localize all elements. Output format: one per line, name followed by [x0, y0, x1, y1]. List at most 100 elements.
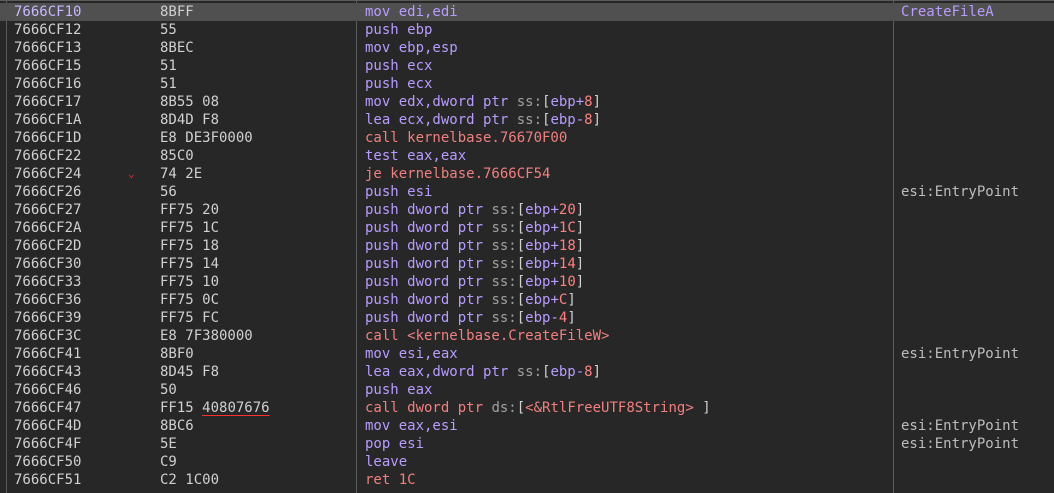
- instruction-text: call dword ptr ds:[<&RtlFreeUTF8String> …: [365, 399, 711, 417]
- instruction-part: push ebp: [365, 22, 433, 38]
- instruction-part: ]: [567, 292, 576, 308]
- instruction-text: mov eax,esi: [365, 417, 458, 435]
- instruction-row[interactable]: 7666CF10 8BFF mov edi,edi CreateFileA: [0, 0, 1054, 21]
- instruction-text: test eax,eax: [365, 147, 466, 165]
- address: 7666CF1A: [14, 112, 82, 128]
- instruction-row[interactable]: 7666CF43 8D45 F8 lea eax,dword ptr ss:[ebp…: [0, 363, 1054, 381]
- instruction-row[interactable]: 7666CF47 FF15 40807676 call dword ptr ds:[…: [0, 399, 1054, 417]
- instruction-row[interactable]: 7666CF27 FF75 20 push dword ptr ss:[ebp+20…: [0, 201, 1054, 219]
- address: 7666CF16: [14, 76, 82, 92]
- instruction-row[interactable]: 7666CF51 C2 1C00 ret 1C: [0, 471, 1054, 489]
- instruction-part: call kernelbase.76670F00: [365, 130, 568, 146]
- chevron-down-icon[interactable]: ⌄: [128, 165, 135, 183]
- instruction-part: push dword ptr: [365, 310, 492, 326]
- address: 7666CF50: [14, 454, 82, 470]
- instruction-row[interactable]: 7666CF4D 8BC6 mov eax,esi esi:EntryPoint: [0, 417, 1054, 435]
- instruction-text: call <kernelbase.CreateFileW>: [365, 327, 609, 345]
- opcode-bytes-text: 50: [160, 382, 177, 398]
- instruction-text: push dword ptr ss:[ebp+1C]: [365, 219, 584, 237]
- instruction-part: push dword ptr: [365, 220, 492, 236]
- instruction-part: push dword ptr: [365, 292, 492, 308]
- instruction-part: lea ecx,dword ptr: [365, 112, 517, 128]
- instruction-row[interactable]: 7666CF4F 5E pop esi esi:EntryPoint: [0, 435, 1054, 453]
- instruction-row[interactable]: 7666CF1A 8D4D F8 lea ecx,dword ptr ss:[ebp…: [0, 111, 1054, 129]
- instruction-row[interactable]: 7666CF41 8BF0 mov esi,eax esi:EntryPoint: [0, 345, 1054, 363]
- instruction-row[interactable]: 7666CF24 ⌄ 74 2E je kernelbase.7666CF54: [0, 165, 1054, 183]
- comment-text: esi:EntryPoint: [901, 346, 1020, 362]
- opcode-bytes-text: 8BC6: [160, 418, 194, 434]
- opcode-bytes: 51: [160, 75, 177, 93]
- address: 7666CF4D: [14, 418, 82, 434]
- instruction-row[interactable]: 7666CF22 85C0 test eax,eax: [0, 147, 1054, 165]
- instruction-part: ebp+: [525, 256, 559, 272]
- comment-text: esi:EntryPoint: [901, 418, 1020, 434]
- instruction-row[interactable]: 7666CF3C E8 7F380000 call <kernelbase.Crea…: [0, 327, 1054, 345]
- instruction-part: ]: [575, 202, 585, 218]
- instruction-row[interactable]: 7666CF2D FF75 18 push dword ptr ss:[ebp+18…: [0, 237, 1054, 255]
- instruction-text: ret 1C: [365, 471, 416, 489]
- instruction-part: [: [516, 310, 526, 326]
- opcode-bytes: 8BFF: [160, 3, 194, 21]
- instruction-row[interactable]: 7666CF39 FF75 FC push dword ptr ss:[ebp-4]: [0, 309, 1054, 327]
- opcode-bytes-text: 55: [160, 22, 177, 38]
- instruction-row[interactable]: 7666CF2A FF75 1C push dword ptr ss:[ebp+1C…: [0, 219, 1054, 237]
- instruction-part: 8: [584, 112, 593, 128]
- comment-text: esi:EntryPoint: [901, 184, 1020, 200]
- instruction-part: [: [516, 238, 526, 254]
- instruction-part: pop esi: [365, 436, 425, 452]
- opcode-bytes-text: 8D45 F8: [160, 364, 220, 380]
- opcode-bytes-text: FF75 1C: [160, 220, 220, 236]
- instruction-text: mov ebp,esp: [365, 39, 458, 57]
- instruction-row[interactable]: 7666CF46 50 push eax: [0, 381, 1054, 399]
- address: 7666CF10: [14, 4, 82, 20]
- opcode-bytes-text: FF15: [160, 400, 194, 416]
- instruction-row[interactable]: 7666CF13 8BEC mov ebp,esp: [0, 39, 1054, 57]
- instruction-text: push dword ptr ss:[ebp+C]: [365, 291, 576, 309]
- instruction-part: ss:: [491, 292, 517, 308]
- disassembly-view[interactable]: 7666CF10 8BFF mov edi,edi CreateFileA 7666CF…: [0, 0, 1054, 493]
- opcode-bytes-text: FF75 0C: [160, 292, 220, 308]
- opcode-bytes-text: FF75 14: [160, 256, 220, 272]
- instruction-row[interactable]: 7666CF33 FF75 10 push dword ptr ss:[ebp+10…: [0, 273, 1054, 291]
- instruction-part: [: [516, 202, 526, 218]
- instruction-text: mov esi,eax: [365, 345, 458, 363]
- opcode-bytes: FF75 0C: [160, 291, 219, 309]
- instruction-part: [: [516, 400, 526, 416]
- instruction-row[interactable]: 7666CF50 C9 leave: [0, 453, 1054, 471]
- opcode-bytes-text: 8BFF: [160, 4, 194, 20]
- instruction-row[interactable]: 7666CF36 FF75 0C push dword ptr ss:[ebp+C]: [0, 291, 1054, 309]
- instruction-part: 8: [584, 94, 593, 110]
- address: 7666CF17: [14, 94, 82, 110]
- opcode-bytes-address: 40807676: [202, 400, 270, 416]
- instruction-row[interactable]: 7666CF1D E8 DE3F0000 call kernelbase.76670…: [0, 129, 1054, 147]
- instruction-row[interactable]: 7666CF26 56 push esi esi:EntryPoint: [0, 183, 1054, 201]
- instruction-part: ds:: [491, 400, 517, 416]
- instruction-part: push dword ptr: [365, 202, 492, 218]
- instruction-part: ss:: [491, 220, 517, 236]
- opcode-bytes: 5E: [160, 435, 177, 453]
- instruction-part: ]: [567, 310, 576, 326]
- opcode-bytes: FF75 18: [160, 237, 219, 255]
- instruction-part: <&RtlFreeUTF8String>: [525, 400, 694, 416]
- address: 7666CF26: [14, 184, 82, 200]
- instruction-part: call <kernelbase.CreateFileW>: [365, 328, 610, 344]
- instruction-text: lea ecx,dword ptr ss:[ebp-8]: [365, 111, 601, 129]
- instruction-part: mov edx,dword ptr: [365, 94, 517, 110]
- instruction-part: 1C: [558, 220, 576, 236]
- instruction-part: ebp+: [525, 202, 559, 218]
- instruction-part: ebp+: [525, 220, 559, 236]
- instruction-row[interactable]: 7666CF16 51 push ecx: [0, 75, 1054, 93]
- instruction-text: push dword ptr ss:[ebp+10]: [365, 273, 584, 291]
- instruction-text: push eax: [365, 381, 432, 399]
- address: 7666CF51: [14, 472, 82, 488]
- address: 7666CF43: [14, 364, 82, 380]
- instruction-list: 7666CF10 8BFF mov edi,edi CreateFileA 7666CF…: [0, 0, 1054, 489]
- opcode-bytes-text: 56: [160, 184, 177, 200]
- instruction-row[interactable]: 7666CF12 55 push ebp: [0, 21, 1054, 39]
- instruction-row[interactable]: 7666CF15 51 push ecx: [0, 57, 1054, 75]
- instruction-row[interactable]: 7666CF17 8B55 08 mov edx,dword ptr ss:[ebp…: [0, 93, 1054, 111]
- instruction-row[interactable]: 7666CF30 FF75 14 push dword ptr ss:[ebp+14…: [0, 255, 1054, 273]
- opcode-bytes: 8D45 F8: [160, 363, 219, 381]
- address: 7666CF30: [14, 256, 82, 272]
- instruction-part: ss:: [516, 112, 543, 128]
